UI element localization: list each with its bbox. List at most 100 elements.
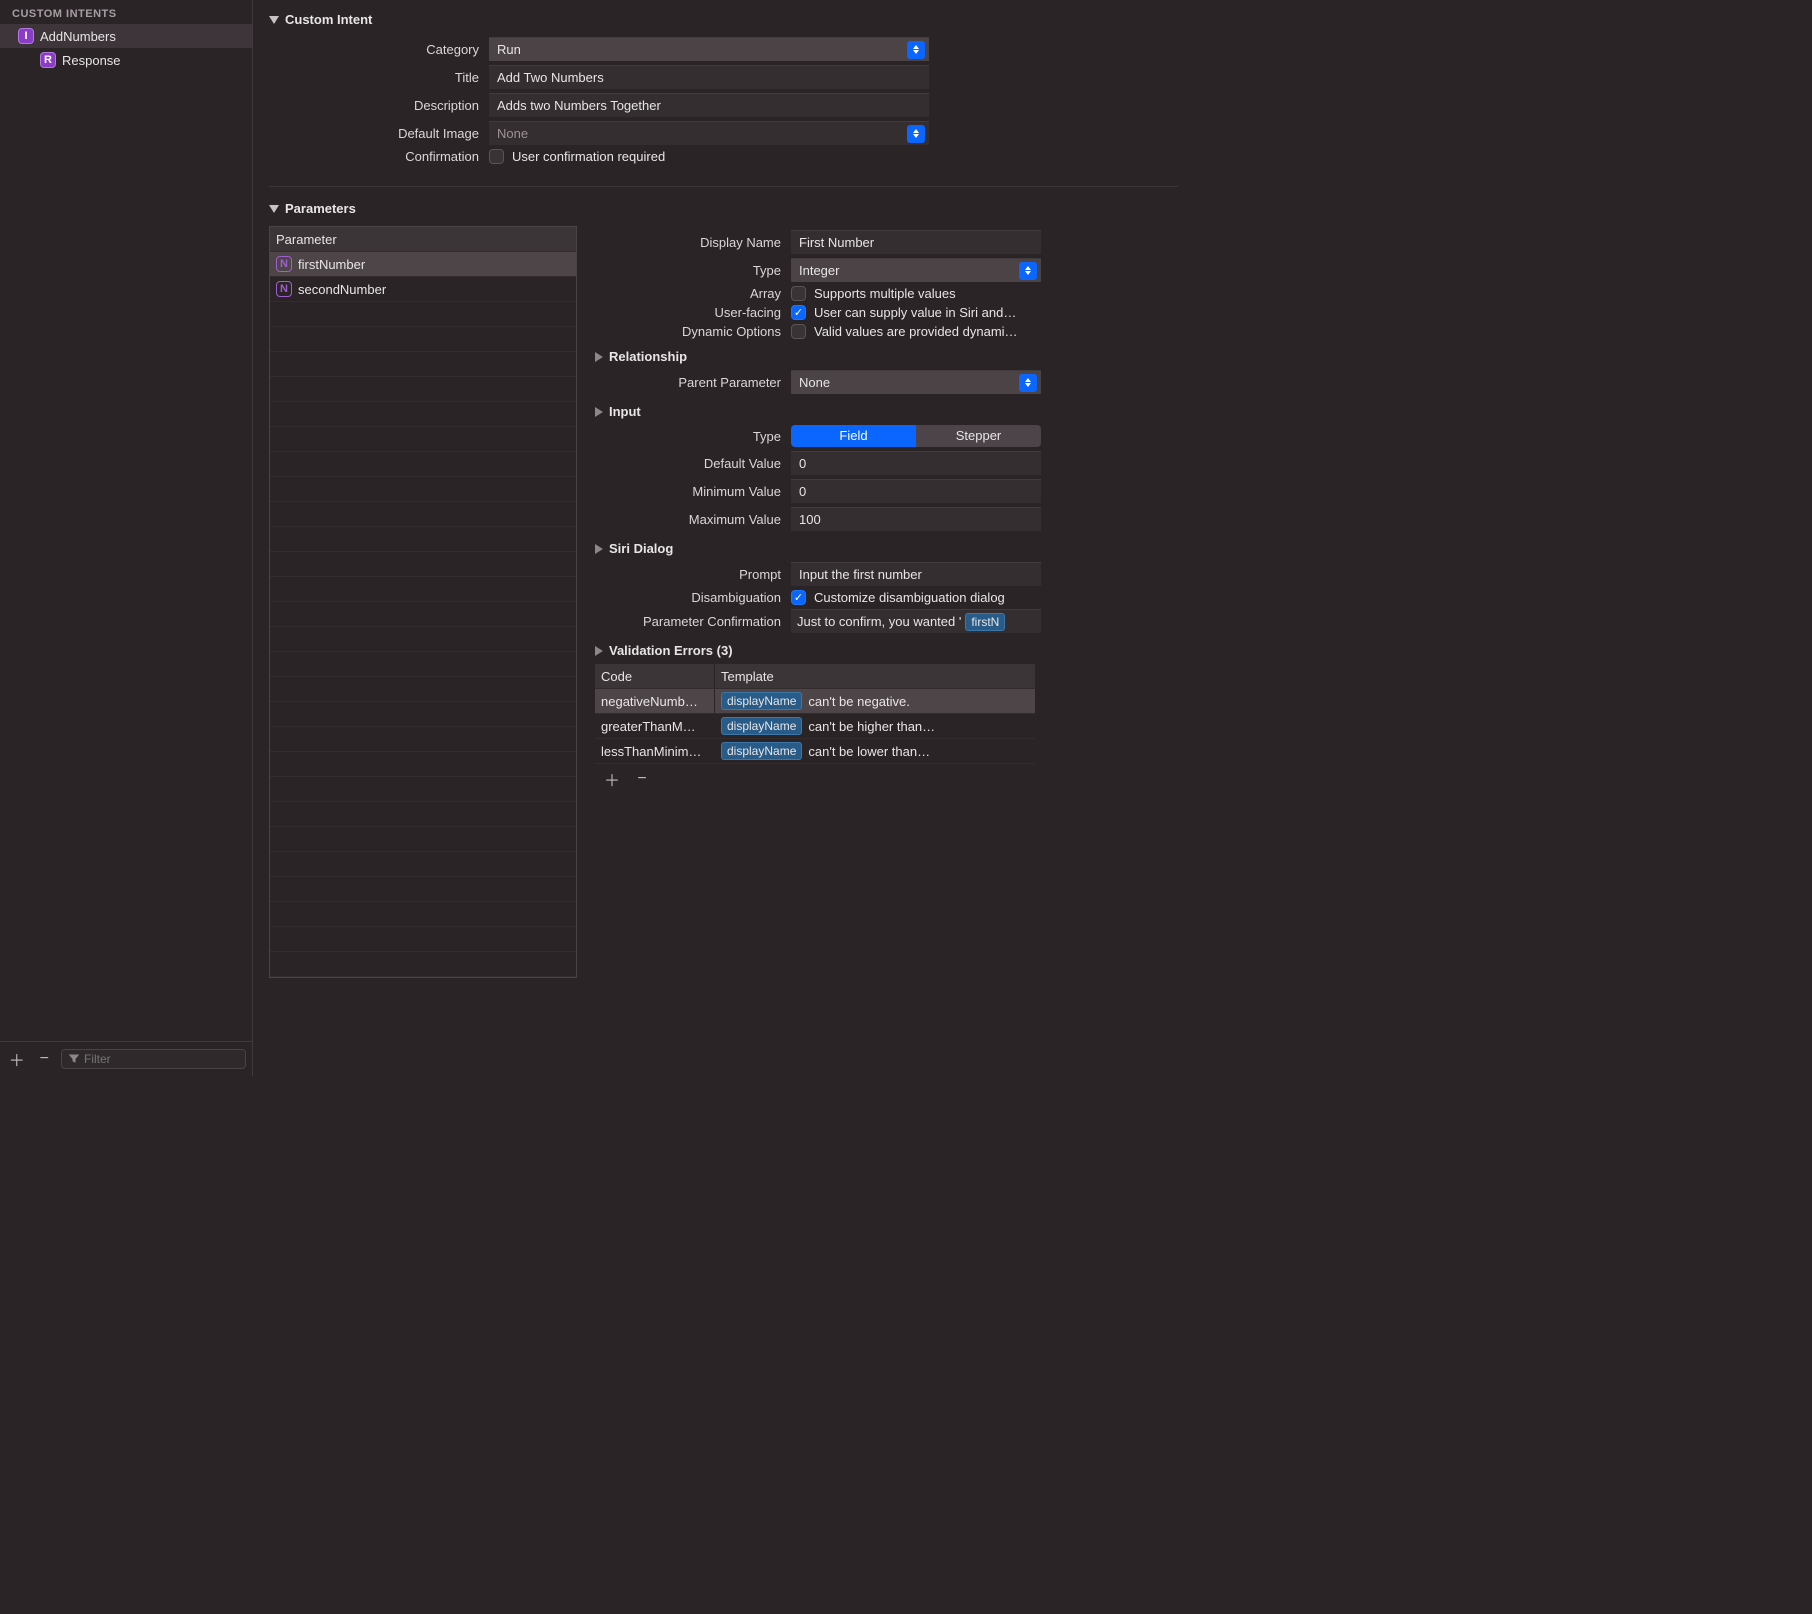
prompt-label: Prompt bbox=[595, 567, 781, 582]
default-image-value: None bbox=[497, 126, 528, 141]
parameter-row-empty[interactable] bbox=[270, 802, 576, 827]
validation-error-row[interactable]: negativeNumb… displayName can't be negat… bbox=[595, 689, 1035, 714]
disambiguation-checkbox[interactable]: ✓ bbox=[791, 590, 806, 605]
ve-template-header[interactable]: Template bbox=[715, 664, 1035, 688]
disclosure-down-icon bbox=[269, 16, 279, 24]
parameter-row-empty[interactable] bbox=[270, 502, 576, 527]
sidebar: CUSTOM INTENTS I AddNumbers R Response ＋… bbox=[0, 0, 253, 1076]
parameter-row[interactable]: N secondNumber bbox=[270, 277, 576, 302]
parameter-row-empty[interactable] bbox=[270, 777, 576, 802]
input-subheader[interactable]: Input bbox=[595, 404, 1178, 419]
parameter-row-empty[interactable] bbox=[270, 752, 576, 777]
validation-errors-subheader[interactable]: Validation Errors (3) bbox=[595, 643, 1178, 658]
array-text: Supports multiple values bbox=[814, 286, 956, 301]
ve-template-suffix: can't be negative. bbox=[808, 694, 910, 709]
disclosure-down-icon bbox=[269, 205, 279, 213]
parameters-header[interactable]: Parameters bbox=[269, 201, 1178, 216]
confirmation-prefix: Just to confirm, you wanted ' bbox=[797, 614, 961, 629]
number-type-icon: N bbox=[276, 281, 292, 297]
parameter-row-empty[interactable] bbox=[270, 427, 576, 452]
parameter-row-empty[interactable] bbox=[270, 902, 576, 927]
dynamic-options-checkbox[interactable] bbox=[791, 324, 806, 339]
parameter-row-empty[interactable] bbox=[270, 952, 576, 977]
sidebar-item-label: AddNumbers bbox=[40, 29, 116, 44]
parameter-row-empty[interactable] bbox=[270, 527, 576, 552]
validation-errors-table: Code Template negativeNumb… displayName … bbox=[595, 664, 1035, 794]
input-type-segmented[interactable]: Field Stepper bbox=[791, 425, 1041, 447]
parameter-row-empty[interactable] bbox=[270, 327, 576, 352]
array-checkbox[interactable] bbox=[791, 286, 806, 301]
type-select[interactable]: Integer bbox=[791, 258, 1041, 282]
select-arrows-icon bbox=[1019, 374, 1037, 392]
parameter-column-header[interactable]: Parameter bbox=[270, 227, 576, 252]
parameter-row-empty[interactable] bbox=[270, 727, 576, 752]
input-type-field[interactable]: Field bbox=[791, 425, 916, 447]
sidebar-item-addnumbers[interactable]: I AddNumbers bbox=[0, 24, 252, 48]
validation-error-row[interactable]: lessThanMinim… displayName can't be lowe… bbox=[595, 739, 1035, 764]
ve-template-suffix: can't be higher than… bbox=[808, 719, 935, 734]
category-label: Category bbox=[269, 42, 479, 57]
parameter-confirmation-input[interactable]: Just to confirm, you wanted ' firstN bbox=[791, 609, 1041, 633]
parameter-row-empty[interactable] bbox=[270, 927, 576, 952]
select-arrows-icon bbox=[907, 125, 925, 143]
input-type-stepper[interactable]: Stepper bbox=[916, 425, 1041, 447]
confirmation-checkbox[interactable] bbox=[489, 149, 504, 164]
parameter-row-empty[interactable] bbox=[270, 652, 576, 677]
sidebar-item-response[interactable]: R Response bbox=[0, 48, 252, 72]
ve-code-cell: greaterThanM… bbox=[595, 714, 715, 738]
parameter-row-empty[interactable] bbox=[270, 552, 576, 577]
select-arrows-icon bbox=[907, 41, 925, 59]
dynamic-options-text: Valid values are provided dynami… bbox=[814, 324, 1018, 339]
parameter-row-empty[interactable] bbox=[270, 627, 576, 652]
parameter-row-empty[interactable] bbox=[270, 702, 576, 727]
parameter-row-empty[interactable] bbox=[270, 577, 576, 602]
ve-code-header[interactable]: Code bbox=[595, 664, 715, 688]
parameter-row[interactable]: N firstNumber bbox=[270, 252, 576, 277]
parameter-row-empty[interactable] bbox=[270, 477, 576, 502]
subhead-title: Input bbox=[609, 404, 641, 419]
type-value: Integer bbox=[799, 263, 839, 278]
description-label: Description bbox=[269, 98, 479, 113]
parameter-row-empty[interactable] bbox=[270, 677, 576, 702]
filter-field[interactable] bbox=[61, 1049, 246, 1069]
maximum-value-label: Maximum Value bbox=[595, 512, 781, 527]
parameter-row-empty[interactable] bbox=[270, 877, 576, 902]
confirmation-text: User confirmation required bbox=[512, 149, 665, 164]
parameter-row-empty[interactable] bbox=[270, 852, 576, 877]
parameters-section: Parameters Parameter N firstNumber N sec… bbox=[269, 186, 1178, 996]
add-button[interactable]: ＋ bbox=[6, 1048, 28, 1070]
parameter-row-empty[interactable] bbox=[270, 827, 576, 852]
maximum-value-input[interactable] bbox=[791, 507, 1041, 531]
category-select[interactable]: Run bbox=[489, 37, 929, 61]
minimum-value-input[interactable] bbox=[791, 479, 1041, 503]
parameter-row-empty[interactable] bbox=[270, 452, 576, 477]
filter-input[interactable] bbox=[84, 1052, 239, 1066]
parent-parameter-select[interactable]: None bbox=[791, 370, 1041, 394]
parameter-row-empty[interactable] bbox=[270, 352, 576, 377]
user-facing-checkbox[interactable]: ✓ bbox=[791, 305, 806, 320]
parameter-row-empty[interactable] bbox=[270, 302, 576, 327]
add-validation-error-button[interactable]: ＋ bbox=[601, 768, 623, 790]
remove-validation-error-button[interactable]: − bbox=[631, 768, 653, 790]
custom-intent-header[interactable]: Custom Intent bbox=[269, 12, 1178, 27]
parameter-row-empty[interactable] bbox=[270, 602, 576, 627]
title-label: Title bbox=[269, 70, 479, 85]
input-type-label: Type bbox=[595, 429, 781, 444]
parameter-row-empty[interactable] bbox=[270, 402, 576, 427]
relationship-subheader[interactable]: Relationship bbox=[595, 349, 1178, 364]
section-title: Parameters bbox=[285, 201, 356, 216]
prompt-input[interactable] bbox=[791, 562, 1041, 586]
validation-errors-toolbar: ＋ − bbox=[595, 764, 1035, 794]
title-input[interactable] bbox=[489, 65, 929, 89]
parameter-row-empty[interactable] bbox=[270, 377, 576, 402]
user-facing-label: User-facing bbox=[595, 305, 781, 320]
disclosure-right-icon bbox=[595, 646, 603, 656]
subhead-title: Siri Dialog bbox=[609, 541, 673, 556]
validation-error-row[interactable]: greaterThanM… displayName can't be highe… bbox=[595, 714, 1035, 739]
default-value-input[interactable] bbox=[791, 451, 1041, 475]
description-input[interactable] bbox=[489, 93, 929, 117]
siri-dialog-subheader[interactable]: Siri Dialog bbox=[595, 541, 1178, 556]
display-name-input[interactable] bbox=[791, 230, 1041, 254]
default-image-select[interactable]: None bbox=[489, 121, 929, 145]
remove-button[interactable]: − bbox=[34, 1048, 56, 1070]
